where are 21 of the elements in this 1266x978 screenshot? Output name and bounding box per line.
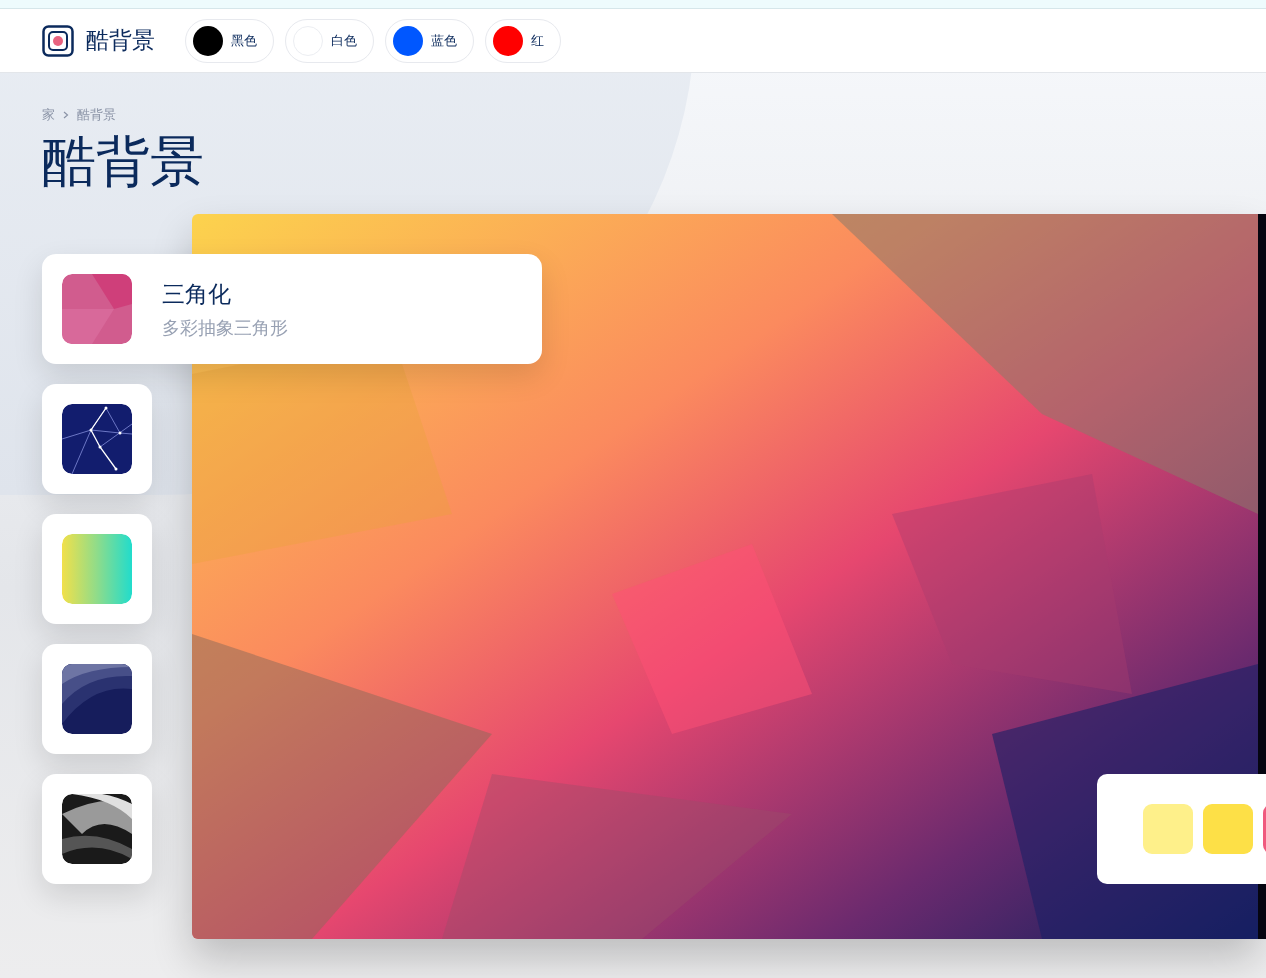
style-card[interactable]: [42, 774, 152, 884]
color-chip[interactable]: 白色: [285, 18, 374, 63]
style-title: 三角化: [162, 279, 232, 309]
constellation-icon: [62, 404, 132, 474]
color-chip[interactable]: 蓝色: [385, 18, 474, 63]
style-subtitle: 多彩抽象三角形: [162, 315, 288, 340]
color-swatch[interactable]: [1143, 804, 1193, 854]
style-card[interactable]: [42, 384, 152, 494]
style-card[interactable]: 三角化 多彩抽象三角形: [42, 254, 542, 364]
triangle-pattern-icon: [62, 274, 132, 344]
gradient-swatch-icon: [62, 534, 132, 604]
page-title: 酷背景: [42, 130, 205, 194]
swirl-pattern-icon: [62, 794, 132, 864]
color-swatch[interactable]: [1203, 804, 1253, 854]
wave-pattern-icon: [62, 664, 132, 734]
logo-text: 酷背景: [86, 26, 155, 55]
logo-icon: [42, 24, 74, 57]
style-card[interactable]: [42, 644, 152, 754]
color-chip[interactable]: 红: [485, 18, 561, 63]
color-chip[interactable]: 黑色: [185, 18, 274, 63]
chevron-icon: [63, 111, 69, 119]
